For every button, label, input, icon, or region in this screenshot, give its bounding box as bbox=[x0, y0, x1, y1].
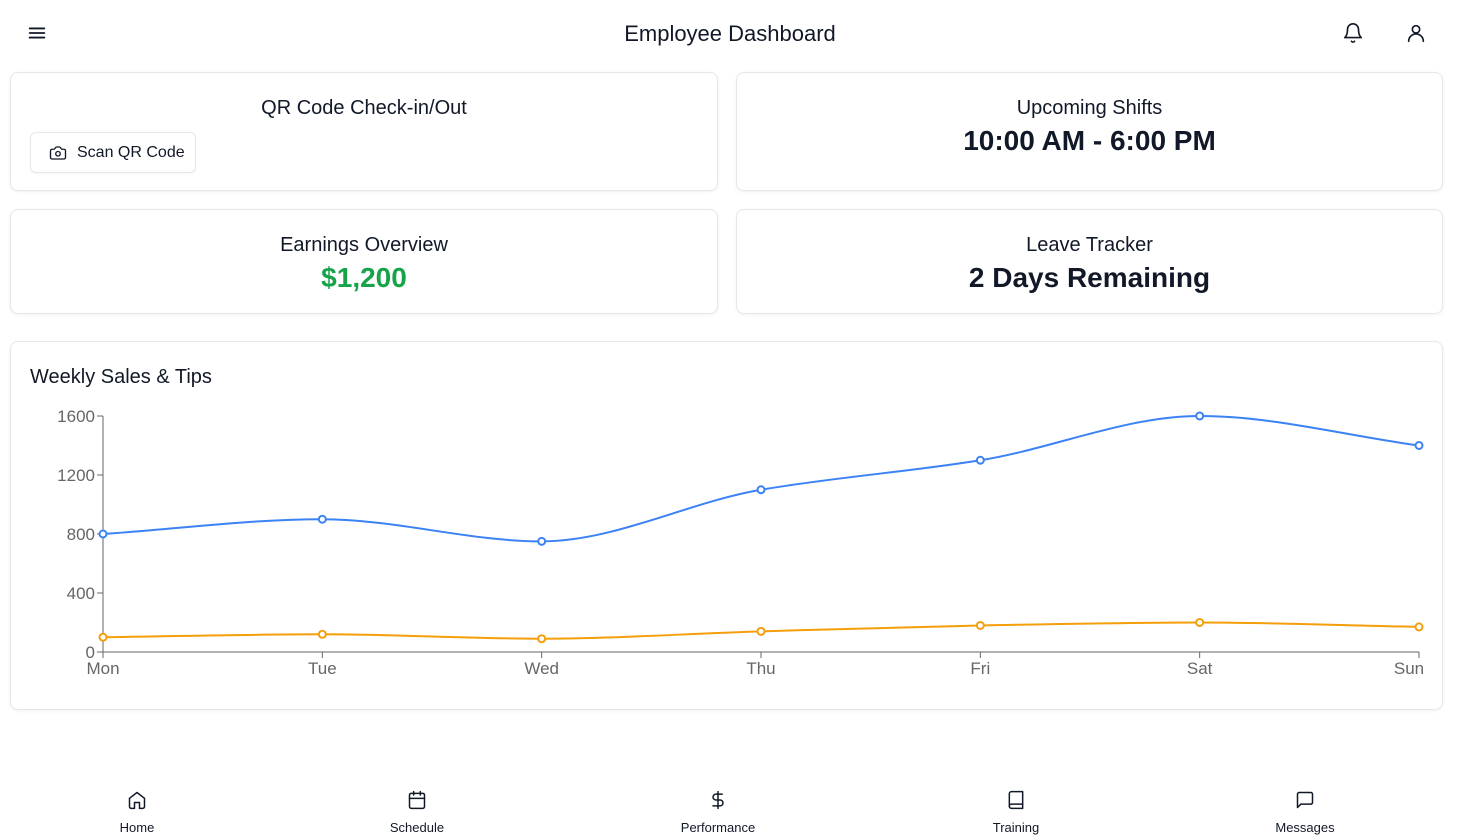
qr-card-title: QR Code Check-in/Out bbox=[261, 97, 467, 119]
data-point-series-0 bbox=[537, 536, 547, 546]
earnings-card-title: Earnings Overview bbox=[280, 234, 448, 256]
bottom-navigation: Home Schedule Performance Training Messa… bbox=[0, 780, 1460, 837]
leave-tracker-card: Leave Tracker 2 Days Remaining bbox=[736, 209, 1443, 314]
nav-label-messages: Messages bbox=[1275, 820, 1335, 835]
leave-remaining-value: 2 Days Remaining bbox=[968, 262, 1211, 293]
data-point-series-0 bbox=[98, 529, 108, 539]
weekly-sales-chart: 040080012001600Mon Tue Wed Thu Fri Sat Sun bbox=[57, 407, 1424, 678]
data-point-series-1 bbox=[317, 629, 327, 639]
data-point-series-0 bbox=[1195, 411, 1205, 421]
data-point-series-1 bbox=[1414, 622, 1424, 632]
nav-label-schedule: Schedule bbox=[389, 820, 445, 835]
upcoming-shifts-card: Upcoming Shifts 10:00 AM - 6:00 PM bbox=[736, 72, 1443, 191]
x-tick-label: Sun bbox=[1394, 659, 1424, 678]
data-point-series-0 bbox=[756, 485, 766, 495]
data-point-series-0 bbox=[1414, 441, 1424, 450]
scan-qr-label: Scan QR Code bbox=[77, 143, 185, 161]
earnings-overview-card: Earnings Overview $1,200 bbox=[10, 209, 718, 314]
camera-icon bbox=[49, 145, 67, 160]
x-tick-label: Fri bbox=[970, 659, 990, 678]
data-point-series-1 bbox=[537, 634, 547, 644]
nav-label-training: Training bbox=[992, 820, 1040, 835]
nav-label-home: Home bbox=[119, 820, 155, 835]
x-tick-label: Thu bbox=[746, 659, 775, 678]
user-icon[interactable] bbox=[1405, 22, 1427, 44]
nav-label-performance: Performance bbox=[680, 820, 756, 835]
y-tick-label: 1600 bbox=[57, 407, 95, 426]
book-icon bbox=[1008, 790, 1024, 810]
nav-item-messages[interactable]: Messages bbox=[1245, 790, 1365, 835]
shift-time-value: 10:00 AM - 6:00 PM bbox=[963, 125, 1216, 156]
y-tick-label: 400 bbox=[67, 584, 95, 603]
bell-icon[interactable] bbox=[1342, 22, 1364, 44]
data-point-series-1 bbox=[1195, 618, 1205, 627]
page-title: Employee Dashboard bbox=[624, 21, 836, 46]
nav-item-training[interactable]: Training bbox=[956, 790, 1076, 835]
data-point-series-1 bbox=[756, 626, 766, 636]
app-header: Employee Dashboard bbox=[0, 0, 1460, 68]
data-point-series-0 bbox=[317, 514, 327, 524]
data-point-series-0 bbox=[975, 455, 985, 465]
weekly-sales-chart-card: Weekly Sales & Tips 0 400 800 1200 1600 Mon Tu… bbox=[10, 341, 1443, 710]
series-line-0 bbox=[102, 414, 1420, 543]
nav-item-performance[interactable]: Performance bbox=[658, 790, 778, 835]
home-icon bbox=[128, 791, 146, 810]
dollar-icon bbox=[712, 790, 724, 810]
shifts-card-title: Upcoming Shifts bbox=[1016, 97, 1163, 119]
x-tick-label: Tue bbox=[308, 659, 337, 678]
x-tick-label: Sat bbox=[1187, 659, 1213, 678]
calendar-icon bbox=[408, 790, 426, 810]
x-tick-label: Wed bbox=[524, 659, 559, 678]
nav-item-schedule[interactable]: Schedule bbox=[357, 790, 477, 835]
nav-item-home[interactable]: Home bbox=[77, 790, 197, 835]
message-icon bbox=[1296, 791, 1314, 809]
earnings-value: $1,200 bbox=[321, 262, 407, 293]
y-tick-label: 1200 bbox=[57, 466, 95, 485]
data-point-series-1 bbox=[975, 620, 985, 630]
qr-checkin-card: QR Code Check-in/Out Scan QR Code bbox=[10, 72, 718, 191]
scan-qr-button[interactable]: Scan QR Code bbox=[30, 132, 196, 173]
x-tick-label: Mon bbox=[86, 659, 119, 678]
y-tick-label: 800 bbox=[67, 525, 95, 544]
leave-card-title: Leave Tracker bbox=[1026, 234, 1153, 256]
data-point-series-1 bbox=[98, 632, 108, 642]
